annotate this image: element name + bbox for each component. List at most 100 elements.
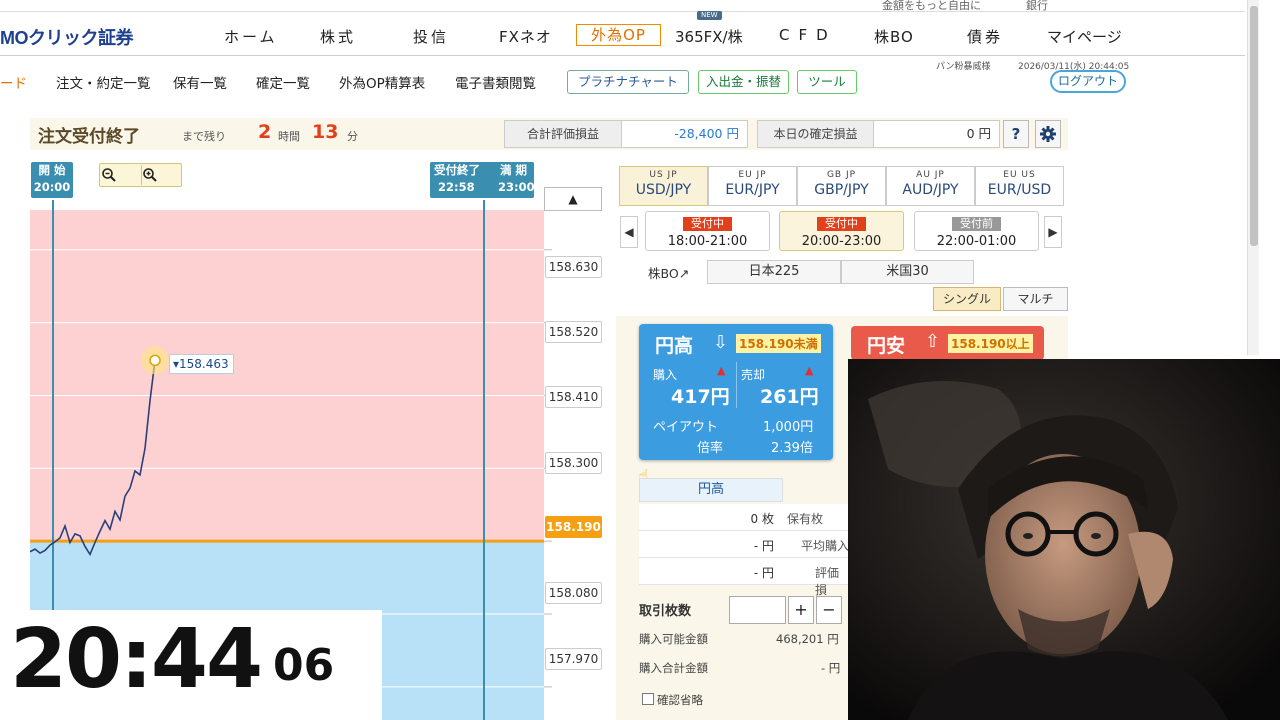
single-mode-button[interactable]: シングル [933,287,1001,311]
yen-high-card[interactable]: 円高 ⇩ 158.190未満 購入 ▲ 417円 売却 ▲ 261円 ペイアウト… [639,324,833,460]
end-flag-time: 22:58 [438,180,475,194]
start-flag-label: 開 始 [38,163,66,177]
subnav-confirmed[interactable]: 確定一覧 [256,72,310,92]
tab-aud-jpy[interactable]: AU JP AUD/JPY [886,166,975,206]
page-scrollbar[interactable] [1247,0,1259,355]
total-value: - 円 [821,661,841,675]
zoom-in-icon[interactable] [141,165,181,185]
start-flag: 開 始 20:00 [31,162,73,198]
row-label: 平均購入 [801,539,850,553]
session-2[interactable]: 受付中 20:00-23:00 [779,211,904,251]
y-tick: 158.080 [545,582,602,604]
tab-eur-usd[interactable]: EU US EUR/USD [975,166,1064,206]
prev-session-button[interactable]: ◀ [620,216,638,248]
nav-cfd[interactable]: CFD [779,26,837,44]
confirm-skip-checkbox[interactable] [642,693,654,705]
nav-bonds[interactable]: 債券 [967,26,1003,47]
scrollbar-thumb[interactable] [1250,6,1258,246]
y-tick: 158.630 [545,256,602,278]
remaining-hours: 2 [258,121,272,143]
expiry-flag-time: 23:00 [498,180,535,194]
next-session-button[interactable]: ▶ [1044,216,1062,248]
subnav-orders[interactable]: 注文・約定一覧 [56,72,151,92]
confirmed-pl-value: 0 円 [873,120,1000,148]
table-header: 円高 [639,478,783,502]
subnav-holdings[interactable]: 保有一覧 [173,72,227,92]
zoom-out-icon[interactable] [101,165,141,185]
expiry-flag-label: 満 期 [500,163,528,177]
end-flag-label: 受付終了 [434,163,480,177]
payout-label: ペイアウト [653,420,719,435]
sell-label: 売却 [741,368,766,382]
session-time: 20:00-23:00 [801,234,882,249]
tab-gbp-jpy[interactable]: GB JP GBP/JPY [797,166,886,206]
sub-nav: ード 注文・約定一覧 保有一覧 確定一覧 外為OP精算表 電子書類閲覧 プラチナ… [0,62,1245,100]
pl-label: 合計評価損益 [504,120,622,148]
qty-plus-button[interactable]: + [788,596,814,624]
help-icon[interactable]: ? [1003,120,1029,148]
session-3[interactable]: 受付前 22:00-01:00 [914,211,1039,251]
scroll-up-button[interactable]: ▲ [544,187,602,211]
subnav-trade[interactable]: ード [0,72,27,92]
table-row: - 円 平均購入 [639,531,849,558]
subnav-settlement[interactable]: 外為OP精算表 [339,72,425,92]
available-label: 購入可能金額 [639,632,708,646]
zoom-controls [99,163,182,187]
logout-button[interactable]: ログアウト [1050,70,1126,93]
session-1[interactable]: 受付中 18:00-21:00 [645,211,770,251]
strike-tick: 158.190 [545,516,602,538]
qty-minus-button[interactable]: − [816,596,842,624]
row-value: - 円 [753,566,774,580]
subnav-documents[interactable]: 電子書類閲覧 [455,72,536,92]
nav-kabu-bo[interactable]: 株BO [874,26,914,47]
start-flag-time: 20:00 [33,180,71,194]
tab-eur-jpy[interactable]: EU JP EUR/JPY [708,166,797,206]
buy-up-icon: ▲ [717,364,726,377]
kabu-bo-link[interactable]: 株BO↗ [648,263,689,282]
tab-usd-jpy[interactable]: US JP USD/JPY [619,166,708,206]
arrow-up-icon: ⇧ [925,331,941,352]
tools-button[interactable]: ツール [797,70,857,94]
remaining-label: まで残り [182,130,226,143]
nav-fx-option[interactable]: 外為OP [576,24,661,46]
y-tick: 158.410 [545,386,602,408]
payout-value: 1,000円 [763,420,814,435]
card-divider [736,362,737,408]
us30-button[interactable]: 米国30 [841,260,974,284]
webcam-person-image [848,359,1280,720]
table-row: - 円 評価損 [639,558,849,597]
nikkei225-button[interactable]: 日本225 [707,260,841,284]
multi-mode-button[interactable]: マルチ [1003,287,1068,311]
y-tick: 158.520 [545,321,602,343]
buy-label: 購入 [653,368,678,382]
webcam-overlay [848,359,1280,720]
remaining-minutes: 13 [312,121,339,143]
flag-icon: EU US [1003,170,1036,180]
hours-label: 時間 [278,130,300,143]
gear-icon[interactable] [1035,120,1061,148]
ratio-value: 2.39倍 [771,441,813,456]
nav-mypage[interactable]: マイページ [1047,26,1122,47]
bank-link[interactable]: 銀行 [1026,0,1048,13]
confirmed-pl-label: 本日の確定損益 [757,120,874,148]
nav-stocks[interactable]: 株式 [320,26,356,47]
nav-home[interactable]: ホーム [224,26,278,47]
y-tick: 157.970 [545,648,602,670]
card-up-title: 円高 [655,335,694,357]
qty-label: 取引枚数 [639,604,692,619]
new-badge: NEW [697,11,722,20]
deposit-button[interactable]: 入出金・振替 [698,70,789,94]
session-status-badge: 受付中 [817,217,866,231]
platinum-chart-button[interactable]: プラチナチャート [567,70,689,94]
card-down-condition: 158.190以上 [948,334,1033,353]
nav-fx-neo[interactable]: FXネオ [499,26,552,47]
current-price-tag: ▾158.463 [169,354,234,374]
nav-funds[interactable]: 投信 [413,26,449,47]
available-value: 468,201 円 [776,632,839,646]
qty-input[interactable] [729,596,786,624]
arrow-down-icon: ⇩ [713,332,729,353]
currency-pair-tabs: US JP USD/JPY EU JP EUR/JPY GB JP GBP/JP… [619,166,1065,206]
nav-365fx[interactable]: 365FX/株 [675,26,743,47]
site-logo[interactable]: MOクリック証券 [0,24,134,50]
yen-low-card[interactable]: 円安 ⇧ 158.190以上 [851,326,1044,360]
